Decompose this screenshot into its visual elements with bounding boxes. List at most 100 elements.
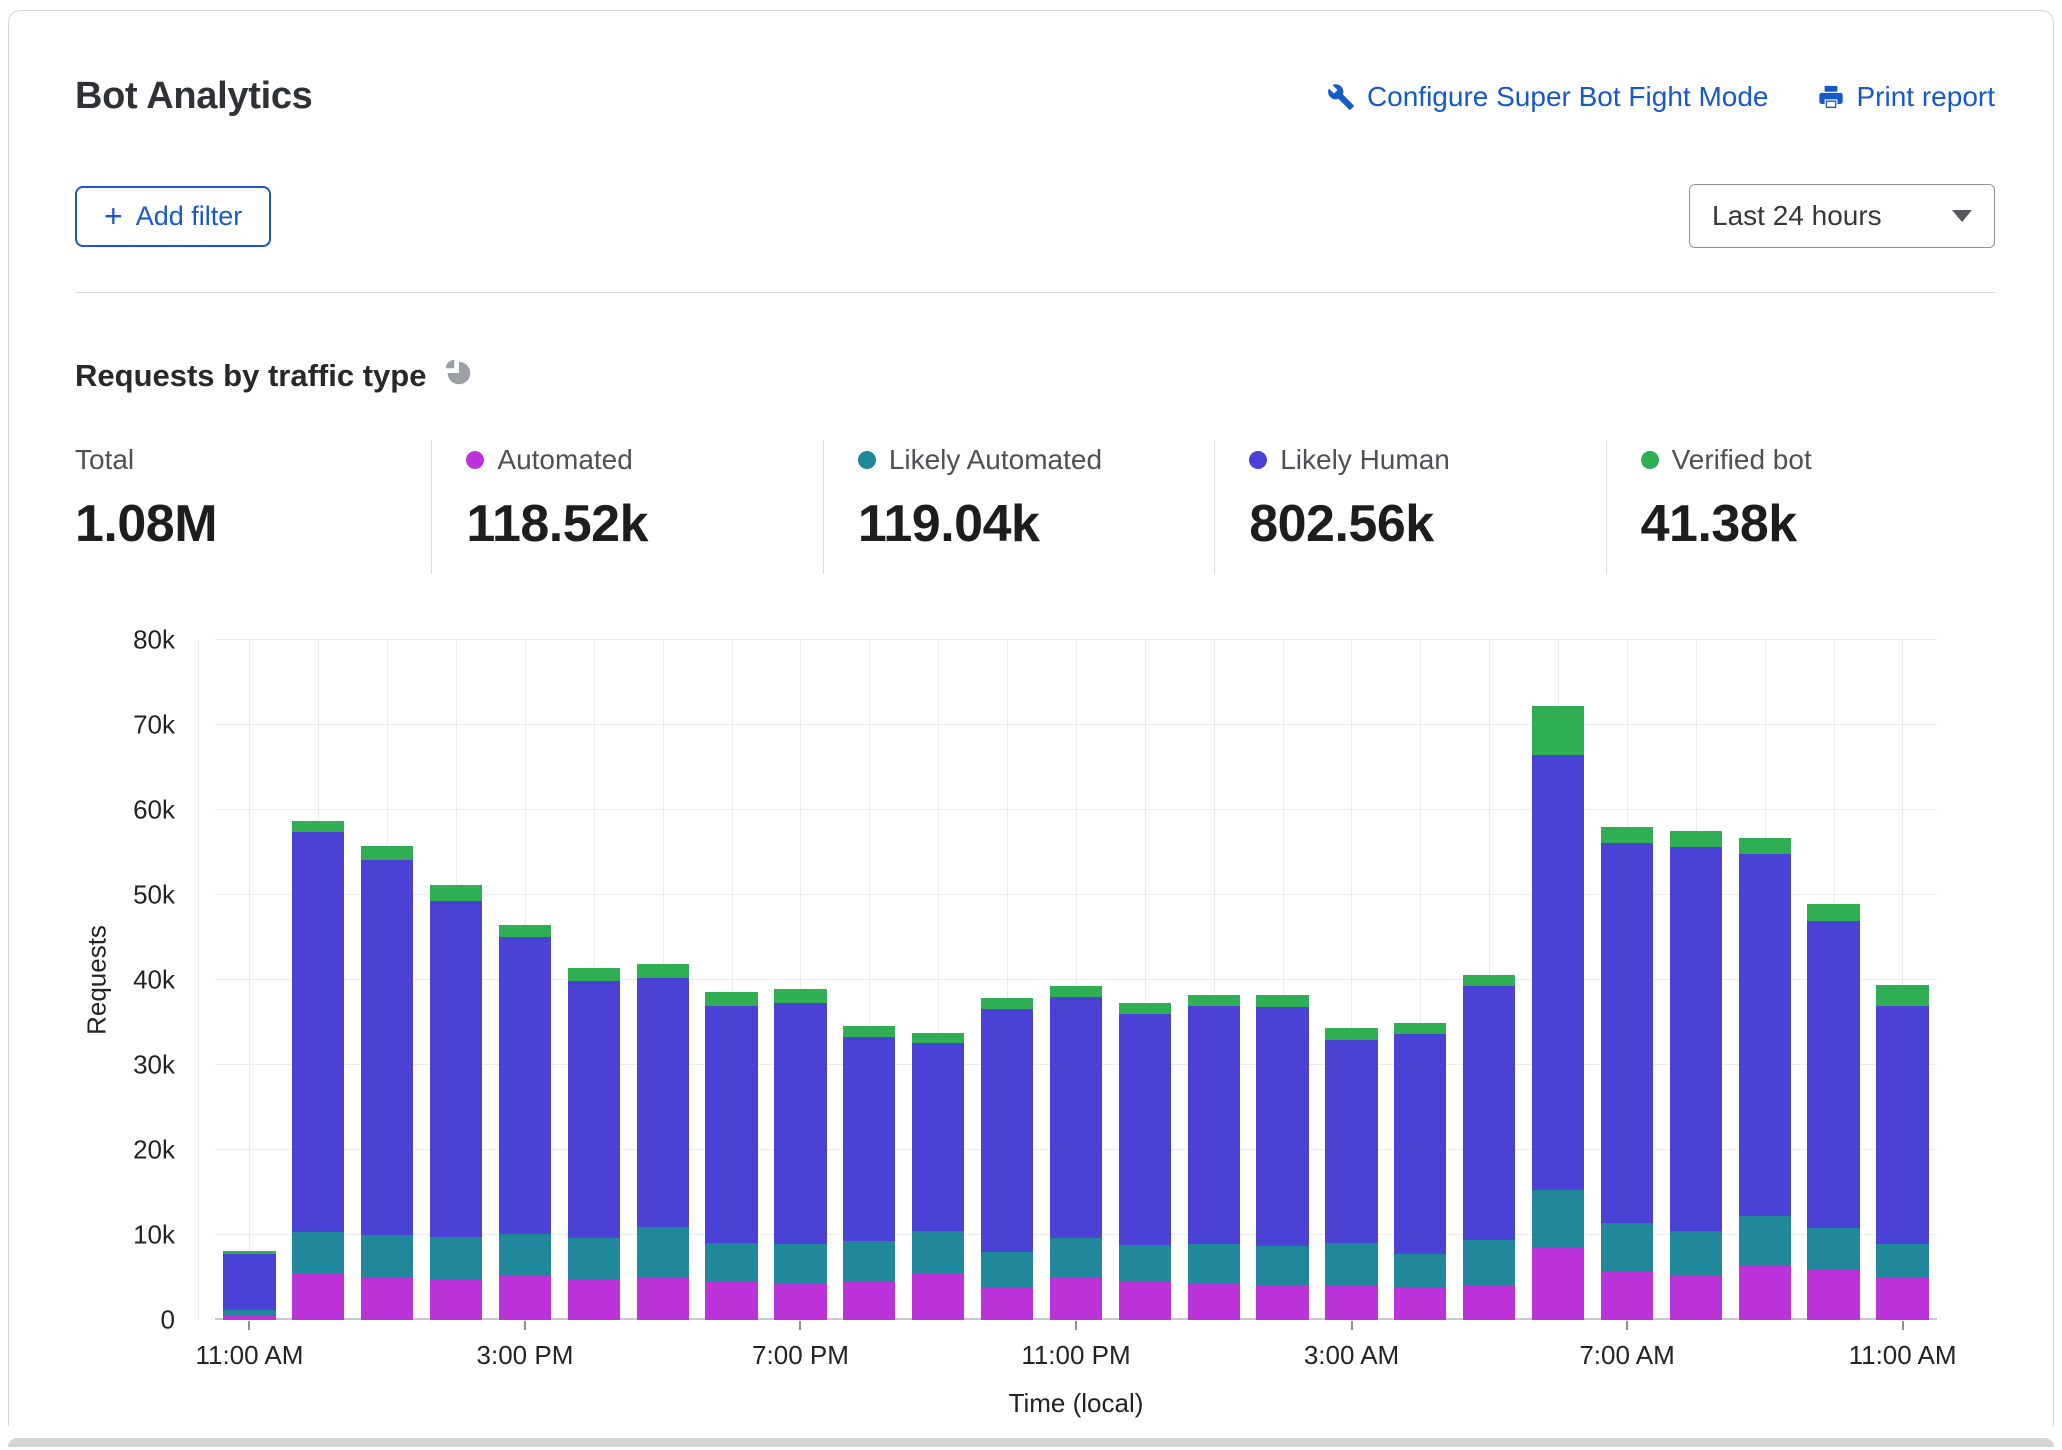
- bar-segment-likely-automated: [637, 1227, 689, 1278]
- bar-segment-verified-bot: [981, 998, 1033, 1009]
- x-tick-label: 11:00 AM: [1849, 1340, 1957, 1371]
- bar-slot[interactable]: [835, 640, 904, 1320]
- next-card-top-edge: [8, 1438, 2054, 1447]
- bar-segment-verified-bot: [1256, 995, 1308, 1007]
- x-tick-mark: [1902, 1321, 1904, 1330]
- bar-segment-automated: [1325, 1286, 1377, 1320]
- stat-value: 802.56k: [1249, 494, 1595, 554]
- bar-segment-likely-automated: [912, 1231, 964, 1274]
- bar-segment-automated: [981, 1287, 1033, 1320]
- bar-segment-verified-bot: [1601, 827, 1653, 843]
- bar-stack: [1807, 640, 1859, 1320]
- bar-segment-likely-human: [1601, 843, 1653, 1223]
- bar-slot[interactable]: [1317, 640, 1386, 1320]
- stat-label: Likely Human: [1280, 444, 1450, 476]
- add-filter-button[interactable]: + Add filter: [75, 186, 271, 247]
- bar-segment-likely-automated: [568, 1238, 620, 1280]
- bar-slot[interactable]: [491, 640, 560, 1320]
- bar-segment-likely-human: [1394, 1034, 1446, 1253]
- bar-stack: [1394, 640, 1446, 1320]
- bar-segment-likely-automated: [1463, 1240, 1515, 1286]
- bar-segment-likely-automated: [1532, 1190, 1584, 1248]
- stat-label: Likely Automated: [889, 444, 1102, 476]
- bar-stack: [1050, 640, 1102, 1320]
- bar-slot[interactable]: [1386, 640, 1455, 1320]
- legend-dot-automated: [466, 451, 484, 469]
- bar-slot[interactable]: [1593, 640, 1662, 1320]
- bar-segment-likely-automated: [1119, 1245, 1171, 1282]
- chevron-down-icon: [1952, 210, 1972, 222]
- bar-segment-likely-human: [1532, 755, 1584, 1190]
- chart-plot-area: 010k20k30k40k50k60k70k80k: [215, 640, 1937, 1320]
- bar-segment-automated: [1670, 1276, 1722, 1320]
- bar-slot[interactable]: [422, 640, 491, 1320]
- requests-by-traffic-type-chart: Requests 010k20k30k40k50k60k70k80k 11:00…: [75, 640, 1997, 1419]
- bar-slot[interactable]: [559, 640, 628, 1320]
- bar-slot[interactable]: [1868, 640, 1937, 1320]
- bar-segment-likely-human: [1739, 854, 1791, 1216]
- bar-segment-automated: [292, 1273, 344, 1320]
- bar-segment-verified-bot: [1394, 1023, 1446, 1035]
- bar-segment-likely-human: [705, 1006, 757, 1242]
- print-link-label: Print report: [1857, 81, 1996, 113]
- bar-segment-automated: [1394, 1287, 1446, 1320]
- bar-slot[interactable]: [284, 640, 353, 1320]
- bar-slot[interactable]: [1799, 640, 1868, 1320]
- configure-super-bot-fight-mode-link[interactable]: Configure Super Bot Fight Mode: [1327, 81, 1769, 113]
- bar-segment-likely-human: [223, 1254, 275, 1310]
- bar-segment-automated: [1601, 1272, 1653, 1320]
- x-tick-label: 7:00 PM: [752, 1340, 849, 1371]
- stat-label: Total: [75, 444, 134, 476]
- bar-slot[interactable]: [973, 640, 1042, 1320]
- bar-segment-likely-automated: [1325, 1243, 1377, 1286]
- stat-automated: Automated 118.52k: [431, 440, 822, 574]
- bar-slot[interactable]: [1661, 640, 1730, 1320]
- bar-segment-likely-automated: [1876, 1244, 1928, 1278]
- bar-slot[interactable]: [1179, 640, 1248, 1320]
- x-tick-mark: [1075, 1321, 1077, 1330]
- bar-segment-likely-human: [1807, 921, 1859, 1229]
- time-range-select[interactable]: Last 24 hours: [1689, 184, 1995, 248]
- bar-slot[interactable]: [1248, 640, 1317, 1320]
- print-report-link[interactable]: Print report: [1817, 81, 1996, 113]
- bar-segment-automated: [568, 1280, 620, 1320]
- stats-row: Total 1.08M Automated 118.52k Likely Aut…: [75, 440, 1997, 574]
- bar-slot[interactable]: [697, 640, 766, 1320]
- bar-slot[interactable]: [1524, 640, 1593, 1320]
- bars: [215, 640, 1937, 1320]
- bar-segment-automated: [223, 1316, 275, 1320]
- bar-segment-automated: [912, 1273, 964, 1320]
- bar-stack: [568, 640, 620, 1320]
- bar-slot[interactable]: [1730, 640, 1799, 1320]
- bar-segment-likely-automated: [499, 1234, 551, 1276]
- bar-segment-automated: [1532, 1248, 1584, 1320]
- bar-stack: [705, 640, 757, 1320]
- bar-slot[interactable]: [1110, 640, 1179, 1320]
- bar-slot[interactable]: [628, 640, 697, 1320]
- bar-stack: [912, 640, 964, 1320]
- x-tick-label: 11:00 AM: [195, 1340, 303, 1371]
- bar-segment-automated: [361, 1278, 413, 1320]
- bar-slot[interactable]: [353, 640, 422, 1320]
- bar-slot[interactable]: [1455, 640, 1524, 1320]
- bar-segment-likely-automated: [1256, 1246, 1308, 1286]
- bar-segment-verified-bot: [568, 968, 620, 981]
- page-title: Bot Analytics: [75, 75, 313, 118]
- stat-verified-bot: Verified bot 41.38k: [1606, 440, 1997, 574]
- x-tick-label: 11:00 PM: [1021, 1340, 1130, 1371]
- bar-slot[interactable]: [215, 640, 284, 1320]
- y-tick-label: 70k: [133, 710, 175, 741]
- bar-segment-automated: [637, 1278, 689, 1321]
- x-axis: 11:00 AM3:00 PM7:00 PM11:00 PM3:00 AM7:0…: [215, 1320, 1937, 1384]
- x-tick-mark: [524, 1321, 526, 1330]
- stat-total: Total 1.08M: [75, 440, 431, 574]
- bar-segment-likely-human: [430, 901, 482, 1237]
- bar-segment-likely-human: [1670, 847, 1722, 1230]
- x-tick-label: 7:00 AM: [1579, 1340, 1674, 1371]
- plus-icon: +: [104, 205, 123, 227]
- bar-segment-verified-bot: [705, 992, 757, 1006]
- bar-slot[interactable]: [904, 640, 973, 1320]
- bar-slot[interactable]: [766, 640, 835, 1320]
- bar-stack: [1188, 640, 1240, 1320]
- bar-slot[interactable]: [1042, 640, 1111, 1320]
